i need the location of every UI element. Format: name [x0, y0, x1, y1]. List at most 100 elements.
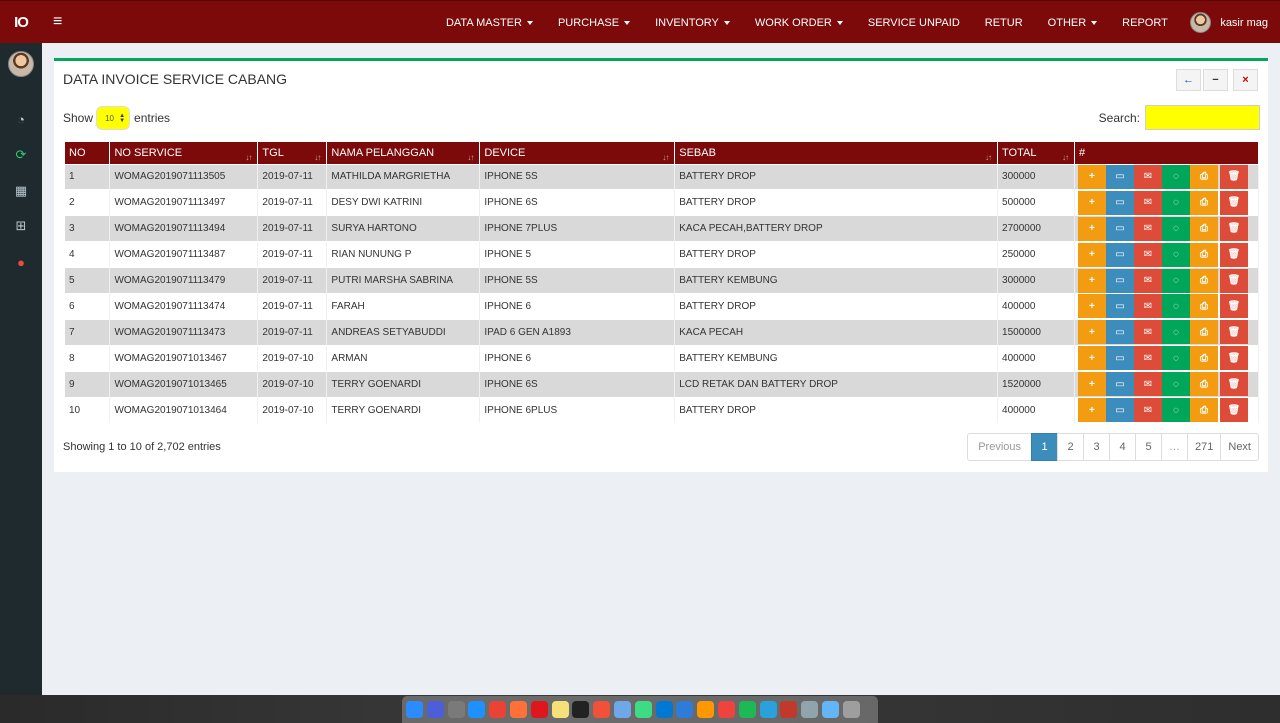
siri-icon[interactable] [426, 701, 444, 718]
email-button[interactable]: ✉ [1133, 268, 1162, 293]
launchpad-icon[interactable] [447, 701, 465, 718]
whatsapp-button[interactable]: ◌ [1161, 242, 1190, 267]
column-header[interactable]: TGL ↓↑ [257, 142, 328, 164]
delete-button[interactable]: 🗑 [1219, 346, 1248, 371]
view-button[interactable]: ▭ [1105, 268, 1134, 293]
view-button[interactable]: ▭ [1105, 398, 1134, 423]
user-menu[interactable]: kasir mag [1180, 12, 1280, 33]
refresh-icon[interactable]: ⟳ [13, 147, 29, 162]
search-input[interactable] [1145, 105, 1260, 130]
print-button[interactable]: ⎙ [1189, 320, 1218, 345]
back-arrow-icon[interactable]: ← [1176, 69, 1201, 91]
safari-icon[interactable] [468, 701, 486, 718]
email-button[interactable]: ✉ [1133, 398, 1162, 423]
email-button[interactable]: ✉ [1133, 216, 1162, 241]
next-button[interactable]: Next [1220, 433, 1259, 461]
delete-button[interactable]: 🗑 [1219, 216, 1248, 241]
view-button[interactable]: ▭ [1105, 346, 1134, 371]
nav-item-inventory[interactable]: INVENTORY [643, 17, 743, 29]
column-header[interactable]: NAMA PELANGGAN ↓↑ [326, 142, 481, 164]
telegram-icon[interactable] [759, 701, 777, 718]
delete-button[interactable]: 🗑 [1219, 294, 1248, 319]
print-button[interactable]: ⎙ [1189, 268, 1218, 293]
email-button[interactable]: ✉ [1133, 164, 1162, 189]
print-button[interactable]: ⎙ [1189, 372, 1218, 397]
delete-button[interactable]: 🗑 [1219, 190, 1248, 215]
email-button[interactable]: ✉ [1133, 372, 1162, 397]
nav-item-work-order[interactable]: WORK ORDER [742, 17, 855, 29]
calendar-icon[interactable]: ▦ [13, 183, 29, 198]
folder-icon[interactable] [821, 701, 839, 718]
add-button[interactable]: + [1077, 268, 1106, 293]
add-button[interactable]: + [1077, 294, 1106, 319]
sublime-icon[interactable] [697, 701, 715, 718]
add-button[interactable]: + [1077, 346, 1106, 371]
print-button[interactable]: ⎙ [1189, 346, 1218, 371]
whatsapp-button[interactable]: ◌ [1161, 268, 1190, 293]
view-button[interactable]: ▭ [1105, 320, 1134, 345]
whatsapp-button[interactable]: ◌ [1161, 294, 1190, 319]
nav-item-retur[interactable]: RETUR [972, 17, 1035, 29]
prev-button[interactable]: Previous [967, 433, 1033, 461]
whatsapp-button[interactable]: ◌ [1161, 346, 1190, 371]
firefox-icon[interactable] [509, 701, 527, 718]
menu-toggle-icon[interactable]: ≡ [53, 13, 62, 31]
page-4-button[interactable]: 4 [1109, 433, 1137, 461]
chrome-icon[interactable] [489, 701, 507, 718]
view-button[interactable]: ▭ [1105, 242, 1134, 267]
whatsapp-button[interactable]: ◌ [1161, 164, 1190, 189]
column-header[interactable]: DEVICE ↓↑ [479, 142, 676, 164]
delete-button[interactable]: 🗑 [1219, 242, 1248, 267]
add-button[interactable]: + [1077, 216, 1106, 241]
page-271-button[interactable]: 271 [1187, 433, 1222, 461]
nav-item-data-master[interactable]: DATA MASTER [433, 17, 545, 29]
notes-icon[interactable] [551, 701, 569, 718]
column-header[interactable]: TOTAL ↓↑ [997, 142, 1075, 164]
view-button[interactable]: ▭ [1105, 190, 1134, 215]
whatsapp-button[interactable]: ◌ [1161, 398, 1190, 423]
print-button[interactable]: ⎙ [1189, 398, 1218, 423]
xcode-icon[interactable] [676, 701, 694, 718]
add-button[interactable]: + [1077, 320, 1106, 345]
page-length-select[interactable]: 10 ▲ ▼ [96, 106, 131, 130]
anydesk-icon[interactable] [717, 701, 735, 718]
trash-icon[interactable] [842, 701, 860, 718]
minimize-icon[interactable]: − [1203, 69, 1228, 91]
swift-icon[interactable] [593, 701, 611, 718]
nav-item-other[interactable]: OTHER [1035, 17, 1110, 29]
page-1-button[interactable]: 1 [1031, 433, 1059, 461]
delete-button[interactable]: 🗑 [1219, 372, 1248, 397]
view-button[interactable]: ▭ [1105, 216, 1134, 241]
grid-icon[interactable]: ⊞ [13, 218, 29, 233]
email-button[interactable]: ✉ [1133, 294, 1162, 319]
finder-icon[interactable] [406, 701, 423, 718]
close-icon[interactable]: × [1233, 69, 1258, 91]
nav-item-report[interactable]: REPORT [1110, 17, 1181, 29]
elite-icon[interactable] [780, 701, 798, 718]
print-button[interactable]: ⎙ [1189, 242, 1218, 267]
column-header[interactable]: SEBAB ↓↑ [674, 142, 999, 164]
email-button[interactable]: ✉ [1133, 346, 1162, 371]
print-button[interactable]: ⎙ [1189, 294, 1218, 319]
column-header[interactable]: NO [65, 142, 111, 164]
add-button[interactable]: + [1077, 190, 1106, 215]
preview-icon[interactable] [613, 701, 631, 718]
opera-icon[interactable] [530, 701, 548, 718]
view-button[interactable]: ▭ [1105, 372, 1134, 397]
spotify-icon[interactable] [738, 701, 756, 718]
email-button[interactable]: ✉ [1133, 242, 1162, 267]
email-button[interactable]: ✉ [1133, 190, 1162, 215]
column-header[interactable]: NO SERVICE ↓↑ [109, 142, 259, 164]
whatsapp-button[interactable]: ◌ [1161, 320, 1190, 345]
page-5-button[interactable]: 5 [1135, 433, 1163, 461]
vscode-icon[interactable] [655, 701, 673, 718]
page-3-button[interactable]: 3 [1083, 433, 1111, 461]
whatsapp-button[interactable]: ◌ [1161, 190, 1190, 215]
view-button[interactable]: ▭ [1105, 164, 1134, 189]
app-logo[interactable]: IO [0, 1, 42, 44]
print-button[interactable]: ⎙ [1189, 190, 1218, 215]
print-button[interactable]: ⎙ [1189, 164, 1218, 189]
add-button[interactable]: + [1077, 164, 1106, 189]
delete-button[interactable]: 🗑 [1219, 398, 1248, 423]
scanner-icon[interactable] [801, 701, 819, 718]
